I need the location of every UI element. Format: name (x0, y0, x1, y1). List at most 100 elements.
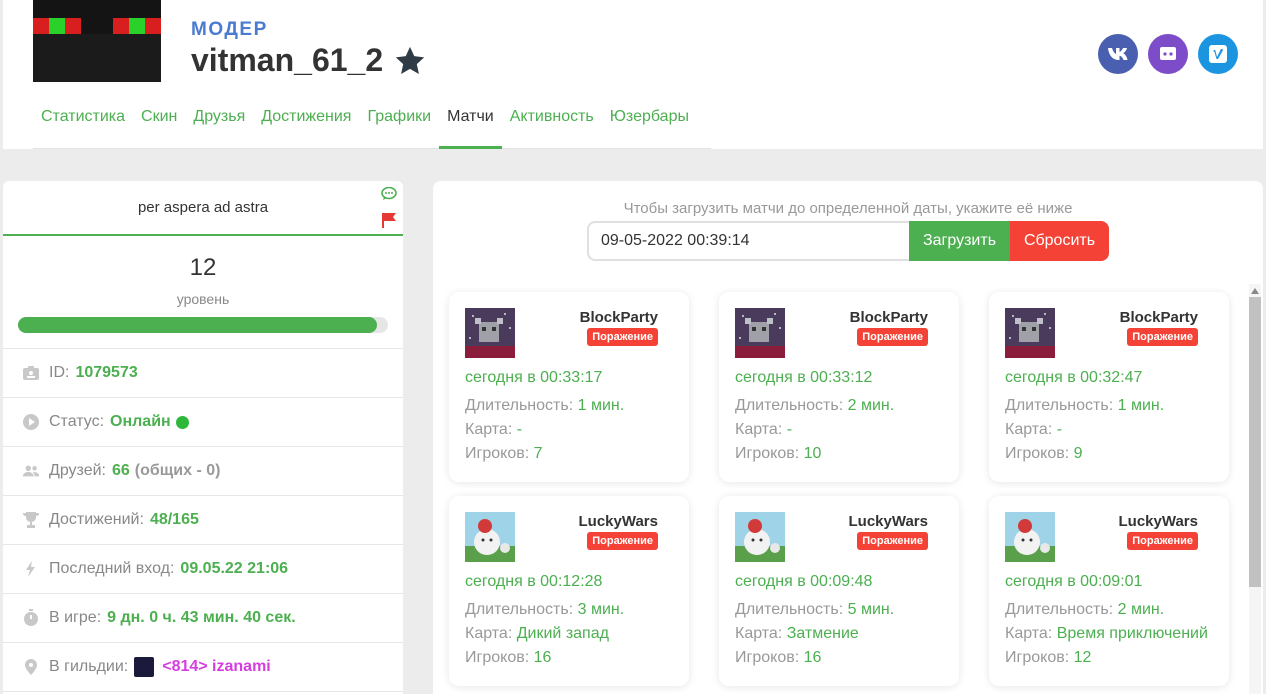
match-time[interactable]: сегодня в 00:32:47 (1005, 369, 1142, 387)
map-label: Карта: (465, 421, 513, 438)
achievements-row: Достижений: 48/165 (3, 496, 403, 545)
play-circle-icon (23, 414, 39, 430)
id-value: 1079573 (75, 364, 138, 381)
map-label: Карта: (735, 421, 783, 438)
duration-label: Длительность: (465, 397, 574, 414)
vimeo-icon[interactable] (1198, 34, 1238, 74)
map-label: Карта: (735, 625, 783, 642)
id-row: ID: 1079573 (3, 349, 403, 398)
duration-value: 5 мин. (847, 601, 895, 618)
users-icon (22, 465, 40, 477)
match-card[interactable]: LuckyWars Поражение сегодня в 00:12:28 Длит… (449, 496, 689, 686)
match-time[interactable]: сегодня в 00:09:48 (735, 573, 872, 591)
tab-achievements[interactable]: Достижения (253, 100, 359, 149)
status-label: Статус: (49, 413, 105, 430)
match-card[interactable]: LuckyWars Поражение сегодня в 00:09:01 Длит… (989, 496, 1229, 686)
tab-stats[interactable]: Статистика (33, 100, 133, 149)
friends-value: 66 (112, 462, 130, 479)
match-time[interactable]: сегодня в 00:33:12 (735, 369, 872, 387)
map-value: - (516, 421, 523, 438)
achievements-label: Достижений: (49, 511, 144, 528)
vk-icon[interactable] (1098, 34, 1138, 74)
tab-matches[interactable]: Матчи (439, 100, 502, 149)
result-badge: Поражение (587, 532, 658, 550)
guild-row: В гильдии: <814> izanami (3, 643, 403, 692)
scroll-up-arrow-icon[interactable] (1251, 288, 1259, 294)
scrollbar[interactable] (1249, 284, 1261, 694)
duration-value: 1 мин. (1117, 397, 1165, 414)
guild-label: В гильдии: (49, 658, 129, 675)
tab-userbars[interactable]: Юзербары (602, 100, 697, 149)
players-line: Игроков: 12 (1005, 649, 1091, 667)
match-card[interactable]: BlockParty Поражение сегодня в 00:32:47 Дли… (989, 292, 1229, 482)
duration-label: Длительность: (735, 601, 844, 618)
match-time[interactable]: сегодня в 00:09:01 (1005, 573, 1142, 591)
ingame-label: В игре: (49, 609, 102, 626)
duration-value: 2 мин. (1117, 601, 1165, 618)
chat-icon[interactable] (381, 187, 397, 201)
status-row: Статус: Онлайн (3, 398, 403, 447)
map-line: Карта: - (465, 421, 522, 439)
scrollbar-thumb[interactable] (1249, 297, 1261, 587)
date-input[interactable]: 09-05-2022 00:39:14 (587, 221, 909, 261)
players-label: Игроков: (1005, 445, 1070, 462)
friends-row: Друзей: 66 (общих - 0) (3, 447, 403, 496)
match-card[interactable]: BlockParty Поражение сегодня в 00:33:17 Дли… (449, 292, 689, 482)
online-indicator (175, 415, 189, 429)
map-value: Время приключений (1056, 625, 1208, 642)
last-login-row: Последний вход: 09.05.22 21:06 (3, 545, 403, 594)
load-button[interactable]: Загрузить (909, 221, 1010, 261)
level-progress-fill (18, 317, 377, 333)
reset-button[interactable]: Сбросить (1010, 221, 1109, 261)
guild-link[interactable]: <814> izanami (162, 658, 271, 676)
date-hint: Чтобы загрузить матчи до определенной да… (623, 200, 1073, 217)
motto-text: per aspera ad astra (137, 199, 269, 216)
players-line: Игроков: 10 (735, 445, 821, 463)
game-name: LuckyWars (578, 513, 658, 530)
id-card-icon (23, 366, 39, 380)
discord-icon[interactable] (1148, 34, 1188, 74)
duration-value: 1 мин. (577, 397, 625, 414)
players-value: 16 (533, 649, 552, 666)
tab-activity[interactable]: Активность (502, 100, 602, 149)
game-thumbnail (735, 308, 785, 358)
ingame-value: 9 дн. 0 ч. 43 мин. 40 сек. (107, 609, 296, 626)
map-value: - (1056, 421, 1063, 438)
tab-friends[interactable]: Друзья (185, 100, 253, 149)
match-time[interactable]: сегодня в 00:33:17 (465, 369, 602, 387)
players-label: Игроков: (735, 445, 800, 462)
players-label: Игроков: (465, 649, 530, 666)
players-line: Игроков: 16 (465, 649, 551, 667)
game-name: BlockParty (849, 309, 928, 326)
players-value: 9 (1073, 445, 1083, 462)
profile-sidebar: per aspera ad astra 12 уровень ID: 10795… (3, 181, 403, 694)
players-label: Игроков: (1005, 649, 1070, 666)
game-name: LuckyWars (848, 513, 928, 530)
players-line: Игроков: 7 (465, 445, 543, 463)
achievements-value: 48/165 (149, 511, 199, 528)
level-number: 12 (189, 254, 217, 281)
match-card[interactable]: BlockParty Поражение сегодня в 00:33:12 Дли… (719, 292, 959, 482)
game-name: BlockParty (1119, 309, 1198, 326)
map-marker-icon (25, 659, 37, 675)
result-badge: Поражение (1127, 328, 1198, 346)
match-card[interactable]: LuckyWars Поражение сегодня в 00:09:48 Длит… (719, 496, 959, 686)
last-login-label: Последний вход: (49, 560, 175, 577)
map-label: Карта: (465, 625, 513, 642)
motto: per aspera ad astra (3, 181, 403, 236)
duration-line: Длительность: 1 мин. (465, 397, 624, 415)
map-line: Карта: Время приключений (1005, 625, 1208, 643)
flag-icon[interactable] (381, 212, 397, 228)
tab-charts[interactable]: Графики (359, 100, 439, 149)
guild-icon (134, 657, 155, 677)
map-line: Карта: - (1005, 421, 1062, 439)
tab-skin[interactable]: Скин (133, 100, 185, 149)
matches-panel: Чтобы загрузить матчи до определенной да… (433, 181, 1263, 694)
stopwatch-icon (24, 609, 38, 626)
match-time[interactable]: сегодня в 00:12:28 (465, 573, 602, 591)
duration-line: Длительность: 2 мин. (1005, 601, 1164, 619)
game-thumbnail (1005, 308, 1055, 358)
role-label: МОДЕР (191, 19, 268, 40)
map-label: Карта: (1005, 421, 1053, 438)
trophy-icon (23, 512, 39, 528)
